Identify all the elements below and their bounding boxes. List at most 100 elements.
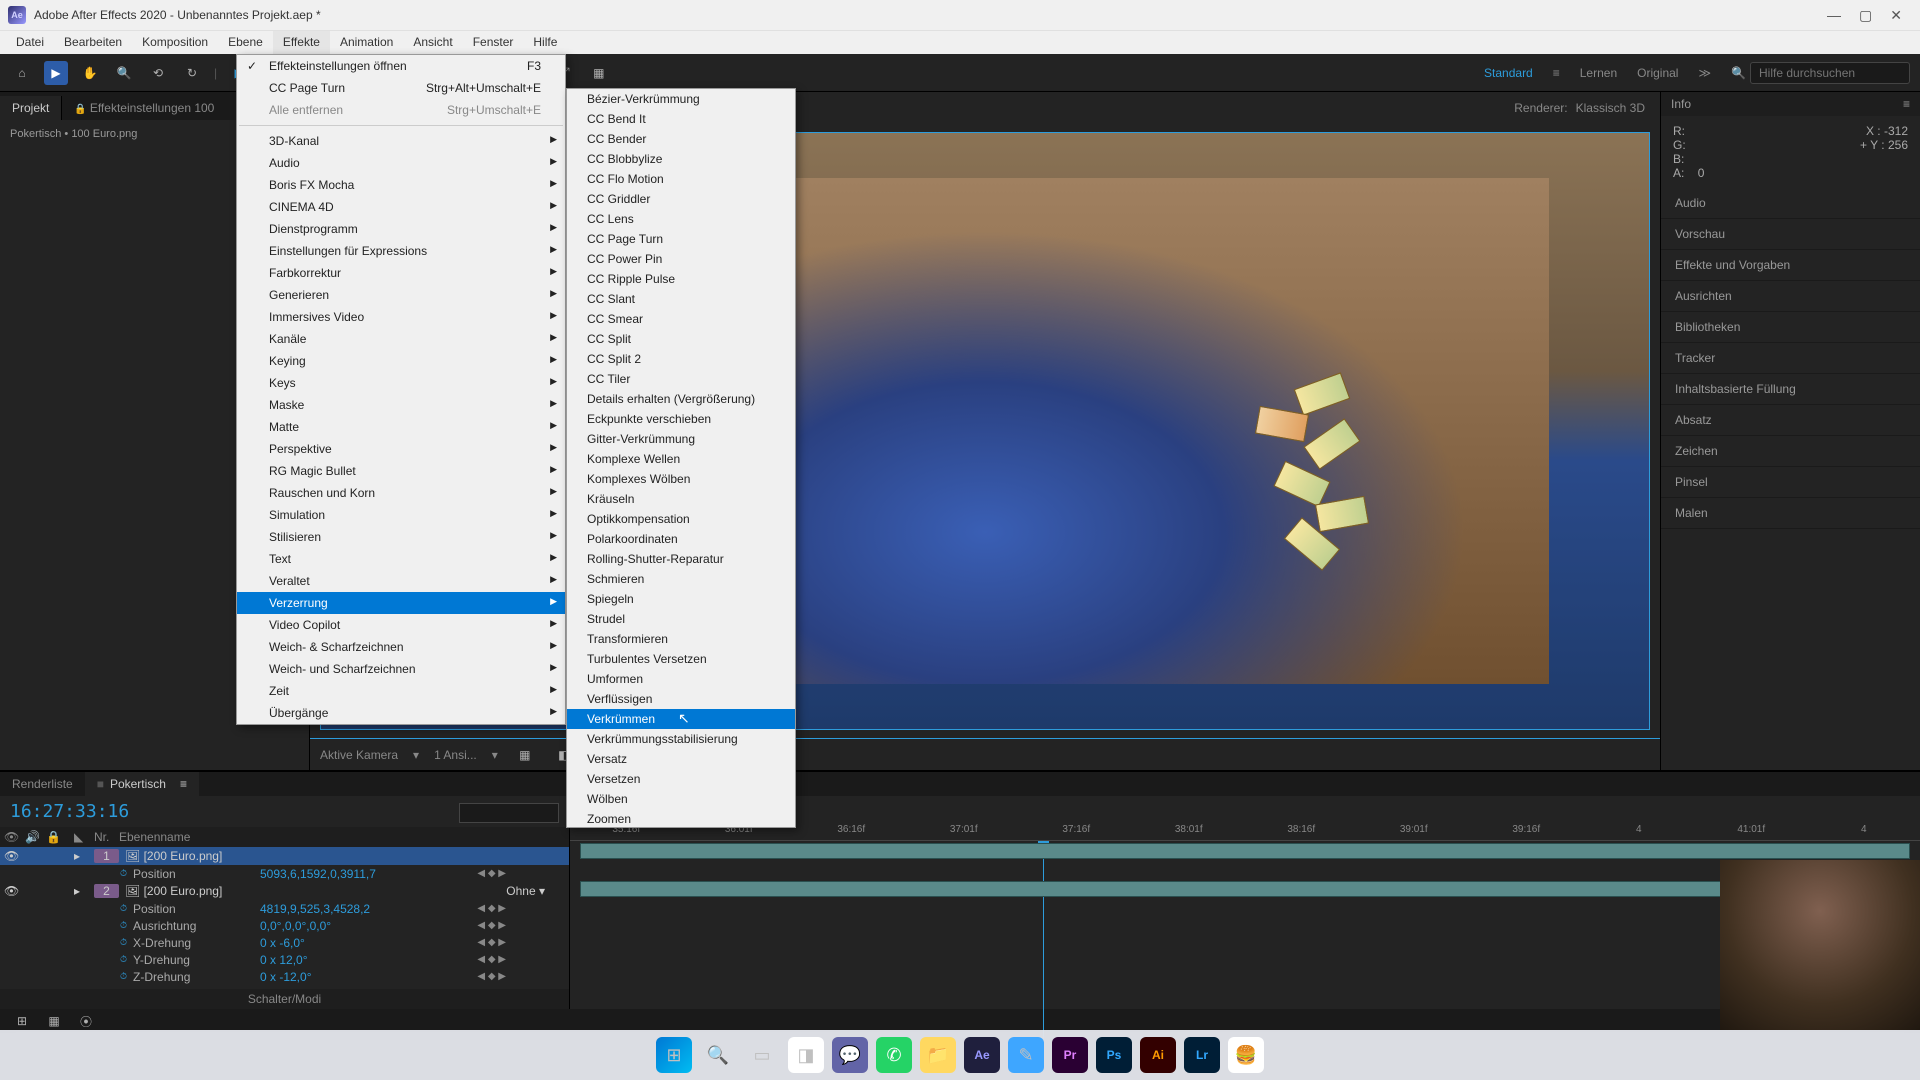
lock-column-icon[interactable]: 🔒 bbox=[46, 830, 61, 844]
effect-category-weich-scharfzeichnen[interactable]: Weich- & Scharfzeichnen▶ bbox=[237, 636, 565, 658]
panel-menu-icon[interactable]: ≡ bbox=[1903, 97, 1910, 111]
renderlist-tab[interactable]: Renderliste bbox=[0, 772, 85, 796]
layer-bar-2[interactable] bbox=[580, 881, 1910, 897]
ruler-tick[interactable]: 38:01f bbox=[1133, 824, 1246, 840]
premiere-icon[interactable]: Pr bbox=[1052, 1037, 1088, 1073]
effect-category--berg-nge[interactable]: Übergänge▶ bbox=[237, 702, 565, 724]
distort-b-zier-verkr-mmung[interactable]: Bézier-Verkrümmung bbox=[567, 89, 795, 109]
lightroom-icon[interactable]: Lr bbox=[1184, 1037, 1220, 1073]
effect-category-veraltet[interactable]: Veraltet▶ bbox=[237, 570, 565, 592]
ruler-tick[interactable]: 39:16f bbox=[1470, 824, 1583, 840]
info-panel-title[interactable]: Info bbox=[1671, 97, 1691, 111]
ruler-tick[interactable]: 37:16f bbox=[1020, 824, 1133, 840]
home-icon[interactable]: ⌂ bbox=[10, 61, 34, 85]
photoshop-icon[interactable]: Ps bbox=[1096, 1037, 1132, 1073]
workspace-standard[interactable]: Standard bbox=[1484, 66, 1533, 80]
close-button[interactable]: ✕ bbox=[1890, 7, 1902, 24]
property-z-drehung[interactable]: ⏱Z-Drehung0 x -12,0°◀ ◆ ▶ bbox=[0, 968, 569, 985]
distort-cc-power-pin[interactable]: CC Power Pin bbox=[567, 249, 795, 269]
effect-category-audio[interactable]: Audio▶ bbox=[237, 152, 565, 174]
search-help-input[interactable] bbox=[1750, 62, 1910, 84]
effect-category-cinema-4d[interactable]: CINEMA 4D▶ bbox=[237, 196, 565, 218]
widgets-icon[interactable]: ◨ bbox=[788, 1037, 824, 1073]
teams-icon[interactable]: 💬 bbox=[832, 1037, 868, 1073]
keyframe-nav[interactable]: ◀ ◆ ▶ bbox=[477, 954, 506, 965]
panel-tracker[interactable]: Tracker bbox=[1661, 343, 1920, 374]
effect-category-stilisieren[interactable]: Stilisieren▶ bbox=[237, 526, 565, 548]
effect-category-einstellungen-f-r-expressions[interactable]: Einstellungen für Expressions▶ bbox=[237, 240, 565, 262]
illustrator-icon[interactable]: Ai bbox=[1140, 1037, 1176, 1073]
timeline-layer-2[interactable]: 👁▸2🖼 [200 Euro.png]Ohne ▾ bbox=[0, 882, 569, 900]
stopwatch-icon[interactable]: ⏱ bbox=[120, 868, 127, 879]
distort-details-erhalten-vergr-erung-[interactable]: Details erhalten (Vergrößerung) bbox=[567, 389, 795, 409]
ruler-tick[interactable]: 41:01f bbox=[1695, 824, 1808, 840]
panel-absatz[interactable]: Absatz bbox=[1661, 405, 1920, 436]
menu-animation[interactable]: Animation bbox=[330, 31, 403, 54]
orbit-tool-icon[interactable]: ⟲ bbox=[146, 61, 170, 85]
zoom-tool-icon[interactable]: 🔍 bbox=[112, 61, 136, 85]
layer-bar-1[interactable] bbox=[580, 843, 1910, 859]
distort-verfl-ssigen[interactable]: Verflüssigen bbox=[567, 689, 795, 709]
distort-transformieren[interactable]: Transformieren bbox=[567, 629, 795, 649]
whatsapp-icon[interactable]: ✆ bbox=[876, 1037, 912, 1073]
property-x-drehung[interactable]: ⏱X-Drehung0 x -6,0°◀ ◆ ▶ bbox=[0, 934, 569, 951]
distort-w-lben[interactable]: Wölben bbox=[567, 789, 795, 809]
effect-category-simulation[interactable]: Simulation▶ bbox=[237, 504, 565, 526]
keyframe-nav[interactable]: ◀ ◆ ▶ bbox=[477, 937, 506, 948]
playhead[interactable] bbox=[1043, 841, 1044, 1041]
distort-verkr-mmen[interactable]: Verkrümmen bbox=[567, 709, 795, 729]
switches-label[interactable]: Schalter/Modi bbox=[248, 992, 321, 1006]
views-dropdown[interactable]: 1 Ansi... bbox=[434, 748, 477, 762]
effect-category-perspektive[interactable]: Perspektive▶ bbox=[237, 438, 565, 460]
distort-cc-tiler[interactable]: CC Tiler bbox=[567, 369, 795, 389]
distort-schmieren[interactable]: Schmieren bbox=[567, 569, 795, 589]
distort-cc-lens[interactable]: CC Lens bbox=[567, 209, 795, 229]
keyframe-nav[interactable]: ◀ ◆ ▶ bbox=[477, 971, 506, 982]
menu-komposition[interactable]: Komposition bbox=[132, 31, 218, 54]
keyframe-nav[interactable]: ◀ ◆ ▶ bbox=[477, 920, 506, 931]
rotate-tool-icon[interactable]: ↻ bbox=[180, 61, 204, 85]
distort-optikkompensation[interactable]: Optikkompensation bbox=[567, 509, 795, 529]
distort-komplexe-wellen[interactable]: Komplexe Wellen bbox=[567, 449, 795, 469]
stopwatch-icon[interactable]: ⏱ bbox=[120, 903, 127, 914]
effect-category-boris-fx-mocha[interactable]: Boris FX Mocha▶ bbox=[237, 174, 565, 196]
distort-polarkoordinaten[interactable]: Polarkoordinaten bbox=[567, 529, 795, 549]
distort-cc-smear[interactable]: CC Smear bbox=[567, 309, 795, 329]
search-taskbar-icon[interactable]: 🔍 bbox=[700, 1037, 736, 1073]
taskview-icon[interactable]: ▭ bbox=[744, 1037, 780, 1073]
minimize-button[interactable]: — bbox=[1827, 7, 1841, 24]
menu-ansicht[interactable]: Ansicht bbox=[403, 31, 462, 54]
distort-versetzen[interactable]: Versetzen bbox=[567, 769, 795, 789]
panel-malen[interactable]: Malen bbox=[1661, 498, 1920, 529]
app-icon[interactable]: ✎ bbox=[1008, 1037, 1044, 1073]
workspace-learn[interactable]: Lernen bbox=[1580, 66, 1617, 80]
keyframe-nav[interactable]: ◀ ◆ ▶ bbox=[477, 868, 506, 879]
distort-cc-page-turn[interactable]: CC Page Turn bbox=[567, 229, 795, 249]
keyframe-nav[interactable]: ◀ ◆ ▶ bbox=[477, 903, 506, 914]
distort-cc-flo-motion[interactable]: CC Flo Motion bbox=[567, 169, 795, 189]
distort-cc-ripple-pulse[interactable]: CC Ripple Pulse bbox=[567, 269, 795, 289]
explorer-icon[interactable]: 📁 bbox=[920, 1037, 956, 1073]
distort-gitter-verkr-mmung[interactable]: Gitter-Verkrümmung bbox=[567, 429, 795, 449]
effect-category-keying[interactable]: Keying▶ bbox=[237, 350, 565, 372]
eye-icon[interactable]: 👁 bbox=[4, 884, 19, 898]
effect-category-kan-le[interactable]: Kanäle▶ bbox=[237, 328, 565, 350]
timeline-layer-1[interactable]: 👁▸1🖼 [200 Euro.png] bbox=[0, 847, 569, 865]
panel-zeichen[interactable]: Zeichen bbox=[1661, 436, 1920, 467]
property-position[interactable]: ⏱Position4819,9,525,3,4528,2◀ ◆ ▶ bbox=[0, 900, 569, 917]
ruler-tick[interactable]: 38:16f bbox=[1245, 824, 1358, 840]
stopwatch-icon[interactable]: ⏱ bbox=[120, 971, 127, 982]
panel-bibliotheken[interactable]: Bibliotheken bbox=[1661, 312, 1920, 343]
maximize-button[interactable]: ▢ bbox=[1859, 7, 1872, 24]
distort-spiegeln[interactable]: Spiegeln bbox=[567, 589, 795, 609]
menu-remove-all[interactable]: Alle entfernenStrg+Umschalt+E bbox=[237, 99, 565, 121]
stopwatch-icon[interactable]: ⏱ bbox=[120, 954, 127, 965]
workspace-original[interactable]: Original bbox=[1637, 66, 1678, 80]
distort-cc-split-2[interactable]: CC Split 2 bbox=[567, 349, 795, 369]
effect-category-farbkorrektur[interactable]: Farbkorrektur▶ bbox=[237, 262, 565, 284]
panel-effekte-und-vorgaben[interactable]: Effekte und Vorgaben bbox=[1661, 250, 1920, 281]
effect-category-rg-magic-bullet[interactable]: RG Magic Bullet▶ bbox=[237, 460, 565, 482]
effect-category-generieren[interactable]: Generieren▶ bbox=[237, 284, 565, 306]
property-y-drehung[interactable]: ⏱Y-Drehung0 x 12,0°◀ ◆ ▶ bbox=[0, 951, 569, 968]
effect-category-3d-kanal[interactable]: 3D-Kanal▶ bbox=[237, 130, 565, 152]
